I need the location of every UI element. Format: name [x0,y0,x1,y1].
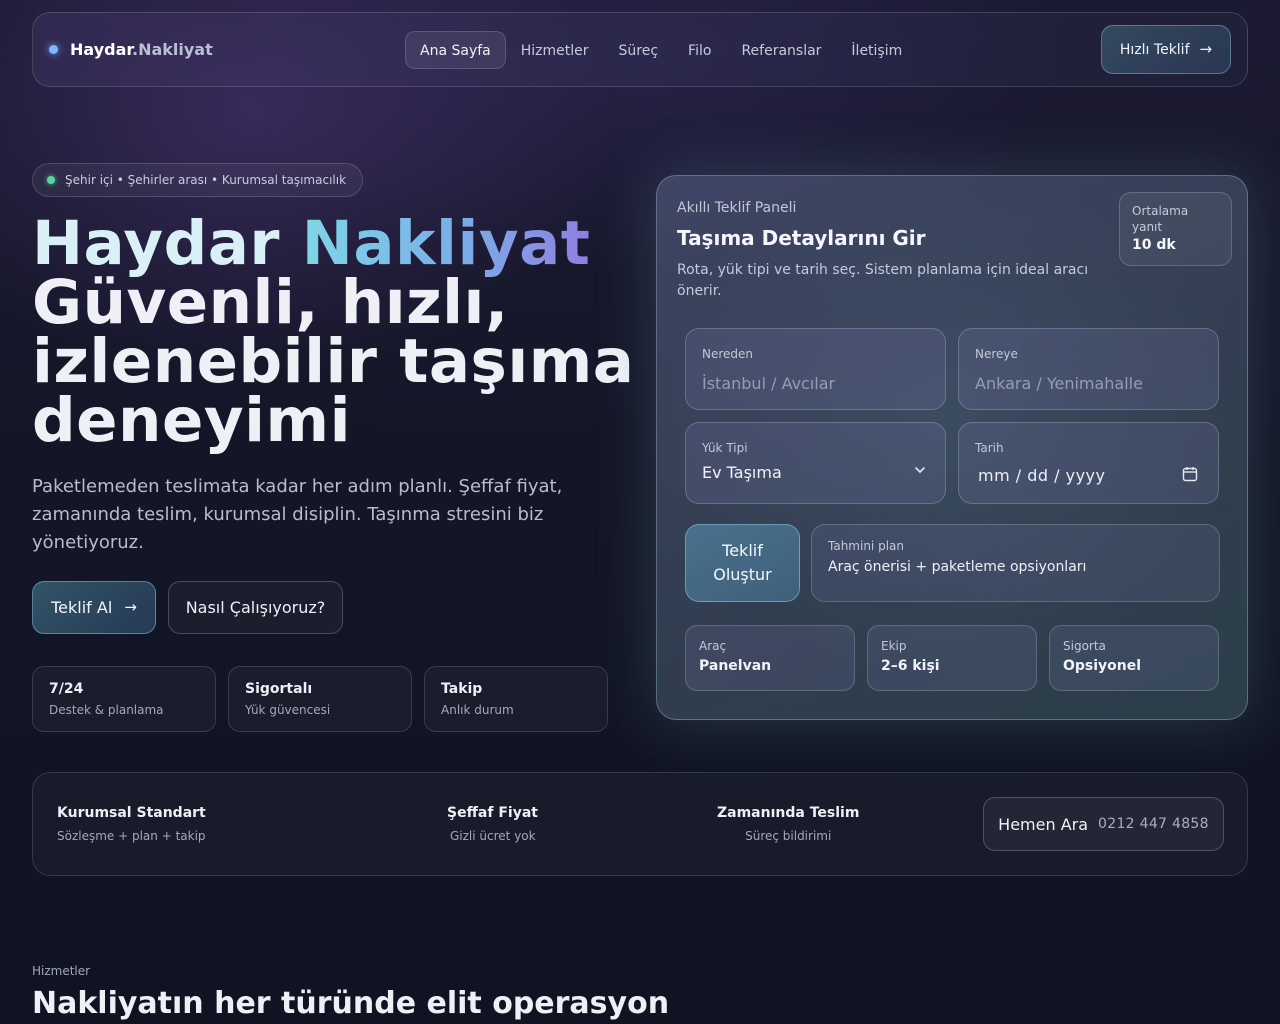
generate-quote-label: Teklif Oluştur [713,541,772,584]
from-field-label: Nereden [702,347,754,361]
feature-subtitle: Süreç bildirimi [745,829,832,843]
services-title: Nakliyatın her türünde elit operasyon [32,986,670,1021]
hero-title: Haydar Nakliyat Güvenli, hızlı, izlenebi… [32,213,652,456]
service-scope-text: Şehir içi • Şehirler arası • Kurumsal ta… [65,173,347,187]
stat-subtitle: Destek & planlama [49,703,164,717]
stat-card-tracking: Takip Anlık durum [424,666,608,732]
stat-card-support: 7/24 Destek & planlama [32,666,216,732]
arrow-right-icon: → [1199,40,1213,58]
avg-response-label: Ortalama yanıt [1132,204,1189,234]
get-quote-button[interactable]: Teklif Al → [32,581,156,634]
brand-logo[interactable]: Haydar.Nakliyat [49,40,213,59]
to-field-label: Nereye [975,347,1018,361]
nav-link-contact[interactable]: İletişim [836,31,917,69]
to-field: Nereye [958,328,1219,410]
services-kicker: Hizmetler [32,964,91,978]
panel-title: Taşıma Detaylarını Gir [677,226,926,250]
stat-title: Takip [441,681,483,697]
load-type-value: Ev Taşıma [702,463,782,482]
quick-quote-label: Hızlı Teklif [1119,41,1190,58]
generate-quote-button[interactable]: Teklif Oluştur [685,524,800,602]
feature-strip: Kurumsal Standart Sözleşme + plan + taki… [32,772,1248,876]
load-type-label: Yük Tipi [702,441,748,455]
mini-label: Ekip [881,639,907,653]
mini-label: Araç [699,639,727,653]
service-scope-pill: Şehir içi • Şehirler arası • Kurumsal ta… [32,163,363,197]
top-navbar: Haydar.Nakliyat Ana Sayfa Hizmetler Süre… [32,12,1248,87]
how-it-works-button[interactable]: Nasıl Çalışıyoruz? [168,581,343,634]
estimated-plan-value: Araç önerisi + paketleme opsiyonları [828,559,1087,575]
nav-link-services[interactable]: Hizmetler [506,31,604,69]
from-field: Nereden [685,328,946,410]
feature-subtitle: Sözleşme + plan + takip [57,829,206,843]
mini-value: Opsiyonel [1063,658,1142,674]
feature-title: Zamanında Teslim [717,805,860,821]
nav-links: Ana Sayfa Hizmetler Süreç Filo Referansl… [405,31,917,69]
feature-title: Şeffaf Fiyat [447,805,538,821]
stat-title: 7/24 [49,681,84,697]
how-it-works-label: Nasıl Çalışıyoruz? [185,598,326,617]
crew-info-card: Ekip 2–6 kişi [867,625,1037,691]
hero-title-line-2: Güvenli, hızlı, [32,267,509,338]
avg-response-value: 10 dk [1132,237,1176,253]
nav-link-references[interactable]: Referanslar [726,31,836,69]
nav-link-process[interactable]: Süreç [604,31,674,69]
mini-label: Sigorta [1063,639,1106,653]
call-now-label: Hemen Ara [998,814,1089,834]
mini-value: Panelvan [699,658,772,674]
feature-corporate-standard: Kurumsal Standart Sözleşme + plan + taki… [57,805,206,843]
estimated-plan-box: Tahmini plan Araç önerisi + paketleme op… [811,524,1220,602]
stat-subtitle: Anlık durum [441,703,514,717]
feature-subtitle: Gizli ücret yok [450,829,536,843]
date-field[interactable]: Tarih mm / dd / yyyy [958,422,1219,504]
to-input[interactable] [975,371,1203,395]
get-quote-label: Teklif Al [51,598,113,617]
call-now-button[interactable]: Hemen Ara 0212 447 4858 [983,797,1224,851]
hero-description: Paketlemeden teslimata kadar her adım pl… [32,476,563,553]
panel-kicker: Akıllı Teklif Paneli [677,200,797,216]
stat-subtitle: Yük güvencesi [245,703,331,717]
estimated-plan-label: Tahmini plan [828,539,904,553]
load-type-select[interactable]: Yük Tipi Ev Taşıma [685,422,946,504]
chevron-down-icon [915,467,925,473]
status-dot-icon [47,176,55,184]
brand-name-secondary: .Nakliyat [131,40,213,59]
insurance-info-card: Sigorta Opsiyonel [1049,625,1219,691]
mini-value: 2–6 kişi [881,658,940,674]
nav-link-home[interactable]: Ana Sayfa [405,31,506,69]
from-input[interactable] [702,371,930,395]
date-field-label: Tarih [975,441,1004,455]
nav-link-fleet[interactable]: Filo [673,31,726,69]
panel-description: Rota, yük tipi ve tarih seç. Sistem plan… [677,262,1089,299]
brand-name-primary: Haydar [70,40,132,59]
date-input[interactable]: mm / dd / yyyy [978,466,1105,485]
stat-card-insured: Sigortalı Yük güvencesi [228,666,412,732]
feature-on-time-delivery: Zamanında Teslim Süreç bildirimi [717,805,859,843]
quote-panel: Akıllı Teklif Paneli Taşıma Detaylarını … [656,175,1248,720]
feature-transparent-price: Şeffaf Fiyat Gizli ücret yok [447,805,538,843]
hero-title-line-4: deneyimi [32,385,351,456]
vehicle-info-card: Araç Panelvan [685,625,855,691]
hero-title-line-3: izlenebilir taşıma [32,326,635,397]
stat-title: Sigortalı [245,681,313,697]
arrow-right-icon: → [124,598,137,616]
quick-quote-button[interactable]: Hızlı Teklif → [1101,25,1231,74]
avg-response-badge: Ortalama yanıt 10 dk [1119,192,1232,266]
phone-number: 0212 447 4858 [1098,816,1209,832]
calendar-icon[interactable] [1182,466,1198,482]
feature-title: Kurumsal Standart [57,805,206,821]
brand-dot-icon [49,45,58,54]
